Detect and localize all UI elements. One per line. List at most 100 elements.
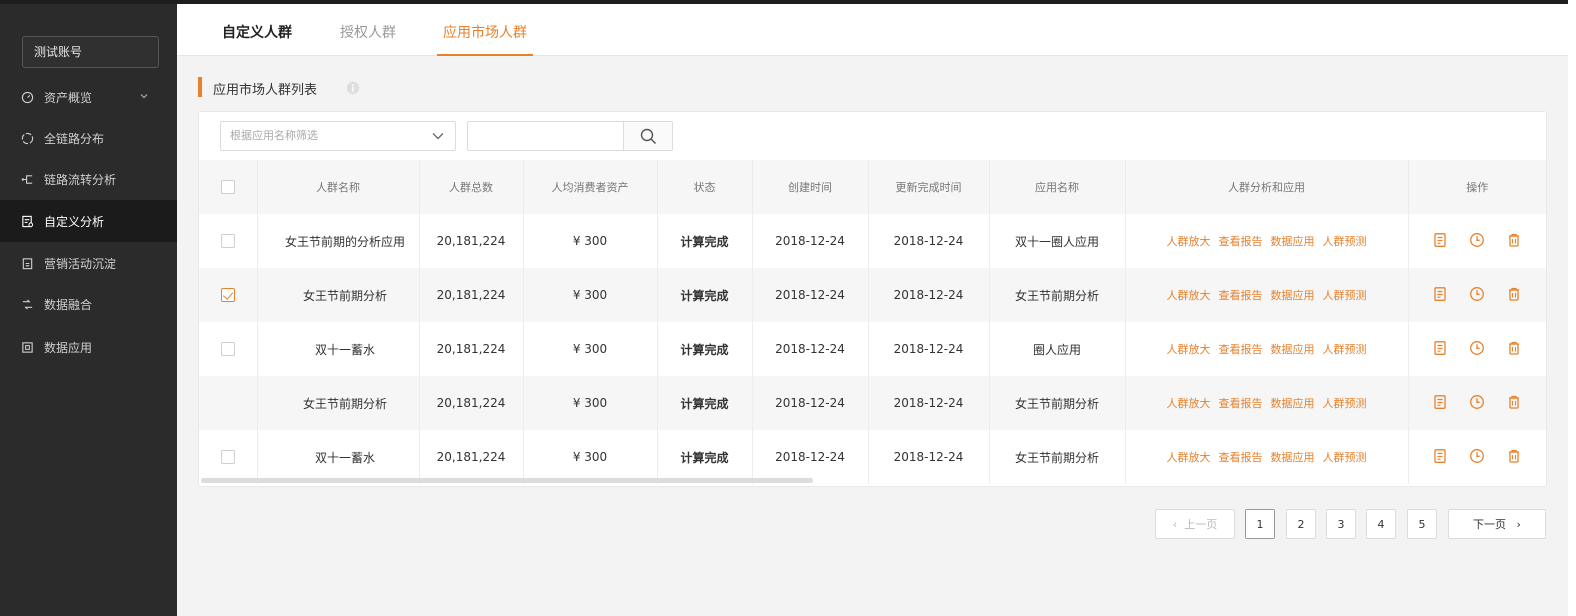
table-row[interactable]: 女王节前期的分析应用 20,181,224 ¥ 300 计算完成 2018-12-24 2… xyxy=(199,214,1546,268)
trash-icon[interactable] xyxy=(1506,232,1522,248)
app-name-filter-select[interactable]: 根据应用名称筛选 xyxy=(220,121,456,151)
account-box[interactable]: 测试账号 xyxy=(22,36,159,68)
branch-icon xyxy=(19,171,35,187)
horizontal-scrollbar[interactable] xyxy=(201,478,813,483)
table-row[interactable]: 女王节前期分析 20,181,224 ¥ 300 计算完成 2018-12-24 2018… xyxy=(199,376,1546,430)
action-link[interactable]: 人群放大 xyxy=(1167,289,1211,302)
action-link[interactable]: 查看报告 xyxy=(1219,235,1263,248)
tab-market-crowd[interactable]: 应用市场人群 xyxy=(437,22,533,56)
header-cell: 更新完成时间 xyxy=(867,160,989,214)
trash-icon[interactable] xyxy=(1506,394,1522,410)
clock-icon[interactable] xyxy=(1469,394,1485,410)
report-icon[interactable] xyxy=(1432,232,1448,248)
table-row[interactable]: 女王节前期分析 20,181,224 ¥ 300 计算完成 2018-12-24 2018… xyxy=(199,268,1546,322)
clock-icon[interactable] xyxy=(1469,286,1485,302)
action-link[interactable]: 人群预测 xyxy=(1323,235,1367,248)
avg-asset: ¥ 300 xyxy=(522,322,657,376)
next-page-button[interactable]: 下一页 › xyxy=(1448,509,1546,539)
sidebar-item-marketing[interactable]: 营销活动沉淀 xyxy=(0,242,177,284)
sidebar: 测试账号 资产概览 全链路分布 链路流转分析 自定义分析 营销活动沉淀 数据融合… xyxy=(0,4,177,616)
header-cell: 人群名称 xyxy=(256,160,419,214)
sidebar-item-custom-analysis[interactable]: 自定义分析 xyxy=(0,200,177,242)
page-button-1[interactable]: 1 xyxy=(1245,509,1275,539)
report-icon[interactable] xyxy=(1432,340,1448,356)
clock-icon[interactable] xyxy=(1469,232,1485,248)
custom-report-icon xyxy=(19,213,35,229)
created-time: 2018-12-24 xyxy=(751,376,868,430)
analysis-links: 人群放大 查看报告 数据应用 人群预测 xyxy=(1124,430,1408,484)
action-link[interactable]: 人群放大 xyxy=(1167,343,1211,356)
sidebar-item-label: 营销活动沉淀 xyxy=(44,256,117,271)
action-link[interactable]: 查看报告 xyxy=(1219,451,1263,464)
action-link[interactable]: 数据应用 xyxy=(1271,397,1315,410)
row-checkbox[interactable] xyxy=(220,450,235,465)
crowd-total: 20,181,224 xyxy=(418,214,523,268)
trash-icon[interactable] xyxy=(1506,448,1522,464)
section-title: 应用市场人群列表 xyxy=(213,83,318,98)
next-page-label: 下一页 xyxy=(1473,518,1507,531)
action-link[interactable]: 人群放大 xyxy=(1167,235,1211,248)
tab-custom-crowd[interactable]: 自定义人群 xyxy=(222,22,292,56)
action-link[interactable]: 人群放大 xyxy=(1167,451,1211,464)
select-cell xyxy=(199,376,257,430)
action-link[interactable]: 人群预测 xyxy=(1323,451,1367,464)
trash-icon[interactable] xyxy=(1506,340,1522,356)
page-button-4[interactable]: 4 xyxy=(1366,509,1396,539)
report-icon[interactable] xyxy=(1432,286,1448,302)
action-link[interactable]: 数据应用 xyxy=(1271,343,1315,356)
row-checkbox[interactable] xyxy=(220,342,235,357)
action-link[interactable]: 人群预测 xyxy=(1323,289,1367,302)
action-link[interactable]: 数据应用 xyxy=(1271,289,1315,302)
sidebar-item-data-fusion[interactable]: 数据融合 xyxy=(0,283,177,325)
header-cell: 人均消费者资产 xyxy=(522,160,657,214)
header-cell: 状态 xyxy=(656,160,752,214)
row-checkbox[interactable] xyxy=(220,234,235,249)
report-icon[interactable] xyxy=(1432,394,1448,410)
table-header-row: 人群名称 人群总数 人均消费者资产 状态 创建时间 更新完成时间 应用名称 人群… xyxy=(199,160,1546,214)
updated-time: 2018-12-24 xyxy=(867,322,989,376)
action-link[interactable]: 数据应用 xyxy=(1271,235,1315,248)
avg-asset: ¥ 300 xyxy=(522,430,657,484)
sidebar-item-asset-overview[interactable]: 资产概览 xyxy=(0,76,177,118)
action-link[interactable]: 人群预测 xyxy=(1323,343,1367,356)
search-button[interactable] xyxy=(623,121,673,151)
status-text: 计算完成 xyxy=(656,322,752,376)
page-button-5[interactable]: 5 xyxy=(1407,509,1437,539)
action-link[interactable]: 查看报告 xyxy=(1219,397,1263,410)
chevron-down-icon[interactable] xyxy=(138,90,150,102)
action-link[interactable]: 人群放大 xyxy=(1167,397,1211,410)
prev-page-button[interactable]: ‹ 上一页 xyxy=(1155,509,1235,539)
select-all-checkbox[interactable] xyxy=(220,180,235,194)
search-input[interactable] xyxy=(467,121,624,151)
sidebar-item-chain-flow[interactable]: 链路流转分析 xyxy=(0,158,177,200)
created-time: 2018-12-24 xyxy=(751,268,868,322)
info-icon[interactable] xyxy=(346,81,360,95)
sidebar-item-label: 自定义分析 xyxy=(44,214,105,229)
header-cell: 创建时间 xyxy=(751,160,868,214)
sidebar-item-full-chain[interactable]: 全链路分布 xyxy=(0,117,177,159)
created-time: 2018-12-24 xyxy=(751,430,868,484)
action-link[interactable]: 人群预测 xyxy=(1323,397,1367,410)
operations xyxy=(1407,430,1546,484)
page-button-3[interactable]: 3 xyxy=(1326,509,1356,539)
row-checkbox[interactable] xyxy=(220,288,235,303)
clock-icon[interactable] xyxy=(1469,340,1485,356)
action-link[interactable]: 查看报告 xyxy=(1219,289,1263,302)
created-time: 2018-12-24 xyxy=(751,322,868,376)
crowd-name: 双十一蓄水 xyxy=(256,430,419,484)
table-row[interactable]: 双十一蓄水 20,181,224 ¥ 300 计算完成 2018-12-24 2018-1… xyxy=(199,430,1546,484)
tab-authorized-crowd[interactable]: 授权人群 xyxy=(340,22,396,56)
report-icon[interactable] xyxy=(1432,448,1448,464)
page-button-2[interactable]: 2 xyxy=(1286,509,1316,539)
sidebar-item-data-app[interactable]: 数据应用 xyxy=(0,326,177,368)
operations xyxy=(1407,322,1546,376)
sidebar-item-label: 数据应用 xyxy=(44,340,93,355)
header-cell: 应用名称 xyxy=(988,160,1125,214)
clock-icon[interactable] xyxy=(1469,448,1485,464)
chevron-down-icon xyxy=(432,133,444,140)
select-cell xyxy=(199,214,257,268)
table-row[interactable]: 双十一蓄水 20,181,224 ¥ 300 计算完成 2018-12-24 2018-1… xyxy=(199,322,1546,376)
trash-icon[interactable] xyxy=(1506,286,1522,302)
action-link[interactable]: 数据应用 xyxy=(1271,451,1315,464)
action-link[interactable]: 查看报告 xyxy=(1219,343,1263,356)
